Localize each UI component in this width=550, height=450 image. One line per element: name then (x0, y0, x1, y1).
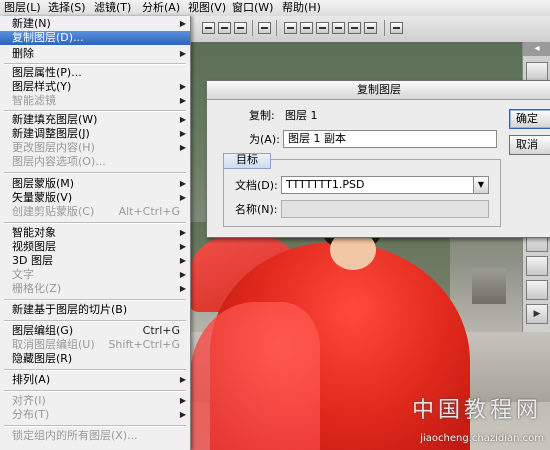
menu-item-smart-filter[interactable]: 智能滤镜 ▶ (0, 94, 190, 108)
menu-item-ungroup-layers[interactable]: 取消图层编组(U) Shift+Ctrl+G (0, 338, 190, 352)
copy-value: 图层 1 (285, 109, 318, 122)
menu-item-hide-layers[interactable]: 隐藏图层(R) (0, 352, 190, 366)
menubar: 图层(L) 选择(S) 滤镜(T) 分析(A) 视图(V) 窗口(W) 帮助(H… (0, 0, 550, 17)
menu-item-align[interactable]: 对齐(I) ▶ (0, 394, 190, 408)
distribute-vcenter-icon[interactable] (300, 22, 313, 34)
menu-separator (4, 320, 186, 322)
menu-item-vector-mask[interactable]: 矢量蒙版(V) ▶ (0, 191, 190, 205)
menu-analysis[interactable]: 分析(A) (142, 1, 180, 15)
align-bottom-icon[interactable] (234, 22, 247, 34)
menu-item-arrange[interactable]: 排列(A) ▶ (0, 373, 190, 387)
menu-item-video-layer[interactable]: 视频图层 ▶ (0, 240, 190, 254)
menu-item-type[interactable]: 文字 ▶ (0, 268, 190, 282)
menu-item-duplicate-layer[interactable]: 复制图层(D)... (0, 31, 190, 45)
layer-menu-dropdown: 新建(N) ▶ 复制图层(D)... 删除 ▶ 图层属性(P)... 图层样式(Y)… (0, 16, 191, 450)
document-label: 文档(D): (235, 179, 278, 192)
menu-item-new-fill-layer[interactable]: 新建填充图层(W) ▶ (0, 113, 190, 127)
menu-item-new-adjustment-layer[interactable]: 新建调整图层(J) ▶ (0, 127, 190, 141)
chevron-down-icon[interactable]: ▼ (473, 177, 488, 193)
menu-separator (4, 299, 186, 301)
menu-help[interactable]: 帮助(H) (282, 1, 321, 15)
ok-button[interactable]: 确定 (509, 109, 550, 129)
photo-red-scarf (190, 302, 320, 450)
menu-item-create-clipping-mask[interactable]: 创建剪贴蒙版(C) Alt+Ctrl+G (0, 205, 190, 219)
as-label: 为(A): (249, 133, 280, 146)
document-select[interactable]: TTTTTTT1.PSD ▼ (281, 176, 489, 194)
menu-item-delete[interactable]: 删除 ▶ (0, 47, 190, 61)
name-label: 名称(N): (235, 203, 278, 216)
menu-item-3d-layer[interactable]: 3D 图层 ▶ (0, 254, 190, 268)
menu-item-group-layers[interactable]: 图层编组(G) Ctrl+G (0, 324, 190, 338)
menu-layer[interactable]: 图层(L) (4, 1, 41, 15)
distribute-bottom-icon[interactable] (316, 22, 329, 34)
menu-window[interactable]: 窗口(W) (232, 1, 273, 15)
cancel-button[interactable]: 取消 (509, 135, 550, 155)
distribute-right-icon[interactable] (364, 22, 377, 34)
menu-separator (4, 369, 186, 371)
menu-separator (4, 222, 186, 224)
panel-actions-icon[interactable] (526, 256, 548, 276)
menu-item-smart-object[interactable]: 智能对象 ▶ (0, 226, 190, 240)
menu-item-lock-all-layers-in-group[interactable]: 锁定组内的所有图层(X)... (0, 429, 190, 443)
destination-group-title: 目标 (223, 153, 271, 169)
menu-item-new-layer-based-slice[interactable]: 新建基于图层的切片(B) (0, 303, 190, 317)
menu-separator (4, 172, 186, 174)
toolbar-divider (276, 20, 277, 36)
menu-item-layer-mask[interactable]: 图层蒙版(M) ▶ (0, 177, 190, 191)
menu-item-layer-content-options[interactable]: 图层内容选项(O)... (0, 155, 190, 169)
menu-separator (4, 110, 186, 112)
menu-select[interactable]: 选择(S) (48, 1, 86, 15)
copy-label: 复制: (249, 109, 275, 122)
panel-histogram-icon[interactable] (526, 62, 548, 82)
toolbar-divider (384, 20, 385, 36)
auto-align-icon[interactable] (390, 22, 403, 34)
dialog-title: 复制图层 (207, 81, 550, 100)
menu-item-layer-properties[interactable]: 图层属性(P)... (0, 66, 190, 80)
menu-item-change-layer-content[interactable]: 更改图层内容(H) ▶ (0, 141, 190, 155)
menu-view[interactable]: 视图(V) (188, 1, 226, 15)
watermark-url: jiaocheng.chazidian.com (420, 433, 544, 444)
panel-collapse-handle[interactable]: ◂ (523, 42, 550, 56)
watermark-logo: 中国教程网 (411, 398, 542, 423)
menu-separator (4, 425, 186, 427)
align-top-icon[interactable] (202, 22, 215, 34)
menu-filter[interactable]: 滤镜(T) (94, 1, 131, 15)
distribute-top-icon[interactable] (284, 22, 297, 34)
menu-separator (4, 390, 186, 392)
name-input[interactable] (281, 200, 489, 218)
menu-item-layer-style[interactable]: 图层样式(Y) ▶ (0, 80, 190, 94)
distribute-hcenter-icon[interactable] (348, 22, 361, 34)
photo-stone-lantern (472, 268, 506, 304)
as-name-input[interactable]: 图层 1 副本 (283, 130, 497, 148)
duplicate-layer-dialog: 复制图层 复制: 图层 1 为(A): 图层 1 副本 目标 文档(D): TT… (206, 80, 550, 238)
toolbar-divider (252, 20, 253, 36)
menu-item-rasterize[interactable]: 栅格化(Z) ▶ (0, 282, 190, 296)
menu-item-distribute[interactable]: 分布(T) ▶ (0, 408, 190, 422)
panel-play-icon[interactable]: ▶ (526, 304, 548, 324)
document-select-value: TTTTTTT1.PSD (286, 178, 365, 191)
menu-separator (4, 63, 186, 65)
distribute-left-icon[interactable] (332, 22, 345, 34)
align-left-icon[interactable] (258, 22, 271, 34)
align-vcenter-icon[interactable] (218, 22, 231, 34)
panel-image-icon[interactable] (526, 280, 548, 300)
options-toolbar (190, 16, 550, 43)
menu-item-new[interactable]: 新建(N) ▶ (0, 17, 190, 31)
